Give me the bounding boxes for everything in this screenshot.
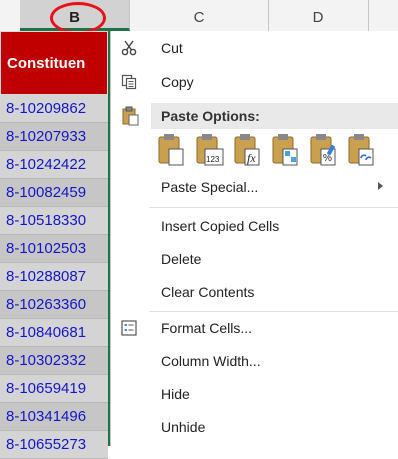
- paste-icon[interactable]: [157, 133, 187, 167]
- menu-item-copy[interactable]: Copy: [111, 67, 398, 97]
- column-header-c[interactable]: C: [130, 0, 269, 31]
- column-b-cells: Constituen 8-10209862 8-10207933 8-1024242…: [0, 31, 110, 459]
- paste-values-icon[interactable]: 123: [195, 133, 225, 167]
- menu-item-column-width[interactable]: Column Width...: [111, 346, 398, 376]
- table-cell[interactable]: 8-10840681: [0, 319, 108, 347]
- menu-item-clear-contents-label: Clear Contents: [161, 284, 255, 300]
- menu-item-cut[interactable]: Cut: [111, 33, 398, 63]
- menu-item-insert-copied-cells-label: Insert Copied Cells: [161, 218, 280, 234]
- menu-item-unhide[interactable]: Unhide: [111, 412, 398, 442]
- highlight-circle: [50, 2, 106, 34]
- table-cell[interactable]: 8-10102503: [0, 235, 108, 263]
- paste-transpose-icon[interactable]: [271, 133, 301, 167]
- submenu-arrow-icon: [378, 182, 383, 190]
- table-cell[interactable]: 8-10242422: [0, 151, 108, 179]
- menu-item-delete-label: Delete: [161, 251, 202, 267]
- context-menu: Cut Copy Paste Options: 123 fx % Paste S…: [110, 31, 398, 446]
- table-cell[interactable]: 8-10341496: [0, 403, 108, 431]
- table-cell[interactable]: 8-10209862: [0, 95, 108, 123]
- paste-link-icon[interactable]: [347, 133, 377, 167]
- table-cell[interactable]: 8-10263360: [0, 291, 108, 319]
- table-cell[interactable]: 8-10655273: [0, 431, 108, 459]
- table-cell[interactable]: 8-10302332: [0, 347, 108, 375]
- paste-formulas-icon[interactable]: fx: [233, 133, 263, 167]
- menu-item-cut-label: Cut: [161, 40, 183, 56]
- svg-text:123: 123: [206, 155, 220, 164]
- menu-item-delete[interactable]: Delete: [111, 244, 398, 274]
- menu-item-copy-label: Copy: [161, 74, 194, 90]
- paste-options-header: Paste Options:: [151, 103, 398, 129]
- column-header-d[interactable]: D: [268, 0, 369, 31]
- menu-item-hide-label: Hide: [161, 386, 190, 402]
- header-cell-constituent[interactable]: Constituen: [0, 31, 108, 95]
- table-cell[interactable]: 8-10082459: [0, 179, 108, 207]
- menu-item-hide[interactable]: Hide: [111, 379, 398, 409]
- menu-item-paste-special[interactable]: Paste Special...: [111, 172, 398, 202]
- column-header-partial[interactable]: [0, 0, 21, 31]
- menu-item-insert-copied-cells[interactable]: Insert Copied Cells: [111, 211, 398, 241]
- column-header-e[interactable]: [368, 0, 398, 31]
- table-cell[interactable]: 8-10659419: [0, 375, 108, 403]
- paste-formatting-icon[interactable]: %: [309, 133, 339, 167]
- menu-item-format-cells-label: Format Cells...: [161, 320, 253, 336]
- table-cell[interactable]: 8-10288087: [0, 263, 108, 291]
- menu-separator: [149, 207, 398, 208]
- menu-item-clear-contents[interactable]: Clear Contents: [111, 277, 398, 307]
- svg-text:fx: fx: [247, 151, 256, 165]
- copy-icon: [121, 74, 137, 90]
- scissors-icon: [121, 40, 137, 56]
- menu-item-column-width-label: Column Width...: [161, 353, 261, 369]
- svg-text:%: %: [323, 153, 332, 164]
- format-cells-icon: [121, 320, 137, 336]
- table-cell[interactable]: 8-10518330: [0, 207, 108, 235]
- menu-item-format-cells[interactable]: Format Cells...: [111, 313, 398, 343]
- clipboard-icon: [122, 106, 139, 126]
- table-cell[interactable]: 8-10207933: [0, 123, 108, 151]
- menu-item-paste-special-label: Paste Special...: [161, 179, 259, 195]
- menu-separator: [149, 311, 398, 312]
- menu-item-unhide-label: Unhide: [161, 419, 206, 435]
